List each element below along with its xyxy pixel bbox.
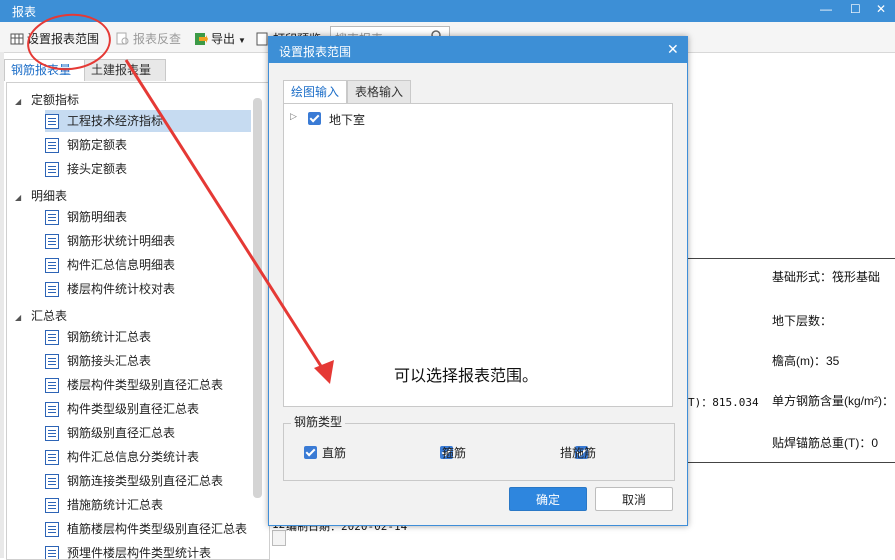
arrow-head bbox=[314, 360, 334, 384]
arrow-line bbox=[124, 59, 328, 375]
highlight-ellipse bbox=[27, 13, 111, 71]
annotation-overlay bbox=[27, 13, 334, 384]
